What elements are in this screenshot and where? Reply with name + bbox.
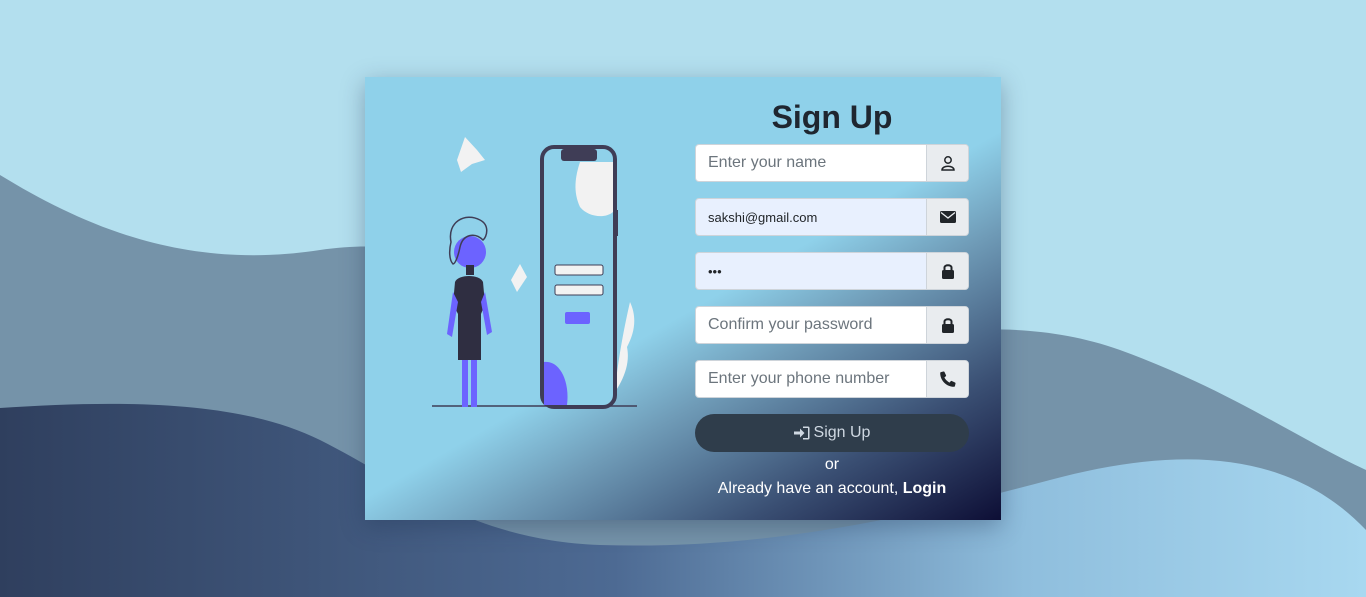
signup-button[interactable]: Sign Up	[695, 414, 969, 452]
sign-in-icon	[793, 426, 810, 440]
email-input[interactable]	[696, 199, 926, 235]
signup-button-label: Sign Up	[813, 424, 871, 441]
password-input[interactable]	[696, 253, 926, 289]
phone-input[interactable]	[696, 361, 926, 397]
signup-card: Sign Up Enter your name sakshi@gmail.com…	[365, 77, 1001, 520]
phone-field-group	[695, 360, 969, 398]
page-title: Sign Up	[771, 99, 893, 135]
name-field-group	[695, 144, 969, 182]
email-field-group	[695, 198, 969, 236]
confirm-password-input[interactable]	[696, 307, 926, 343]
password-field-group	[695, 252, 969, 290]
signup-form: Sign Up Enter your name sakshi@gmail.com…	[695, 77, 969, 520]
envelope-icon	[926, 199, 968, 235]
lock-icon	[926, 253, 968, 289]
login-prompt-text: Already have an account,	[717, 480, 899, 497]
signup-illustration	[432, 137, 637, 409]
phone-icon	[926, 361, 968, 397]
login-link[interactable]: Login	[903, 480, 947, 497]
lock-icon	[926, 307, 968, 343]
name-input[interactable]	[696, 145, 926, 181]
user-icon	[926, 145, 968, 181]
login-prompt: Already have an account, Login	[695, 480, 969, 498]
or-divider-text: or	[824, 456, 840, 473]
confirm-password-field-group	[695, 306, 969, 344]
